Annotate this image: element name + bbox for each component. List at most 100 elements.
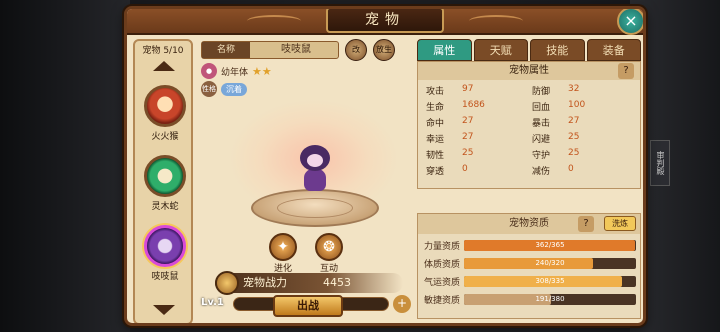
tab-equipment[interactable]: 装备 xyxy=(586,39,641,61)
release-button[interactable]: 放生 xyxy=(373,39,395,61)
attribute-value: 25 xyxy=(568,132,580,142)
aptitude-panel: 宠物资质 ? 洗炼 力量资质 362/365 体质资质 240/320 气运资质 308/… xyxy=(417,213,641,319)
scroll-up-icon[interactable] xyxy=(153,61,175,71)
attribute-name: 幸运 xyxy=(426,135,445,145)
tab-attributes[interactable]: 属性 xyxy=(417,39,472,61)
ornament-left xyxy=(247,15,301,27)
aptitude-row: 气运资质 308/335 xyxy=(424,275,636,288)
pet-list-item[interactable]: 灵木蛇 xyxy=(141,155,189,212)
pet-name: 吱吱鼠 xyxy=(151,272,179,282)
trait-badge: 沉着 xyxy=(221,82,247,96)
attribute-name: 回血 xyxy=(532,103,551,113)
power-bar: 宠物战力 4453 xyxy=(215,271,403,295)
attribute-name: 命中 xyxy=(426,119,445,129)
name-box: 名称 吱吱鼠 xyxy=(201,41,339,59)
trait-row: 性格 沉着 xyxy=(201,81,247,97)
attribute-name: 守护 xyxy=(532,151,551,161)
pet-name: 火火猴 xyxy=(151,132,179,142)
pet-avatar xyxy=(144,225,186,267)
power-icon xyxy=(215,271,239,295)
aptitude-rows: 力量资质 362/365 体质资质 240/320 气运资质 308/335 敏捷资质 191… xyxy=(418,239,640,306)
aptitude-bar: 240/320 xyxy=(464,258,636,269)
window-title: 宠物 xyxy=(326,9,444,33)
attribute-name: 减伤 xyxy=(532,167,551,177)
pet-display: 名称 吱吱鼠 改 放生 ● 幼年体 ★★ 性格 沉着 ✦ 进化 ❂ 互动 宠物战… xyxy=(199,39,417,323)
pet-name: 灵木蛇 xyxy=(151,202,179,212)
interact-button[interactable]: ❂ 互动 xyxy=(309,233,349,274)
fight-button-wrapper: 出战 xyxy=(273,295,343,317)
tab-talent[interactable]: 天赋 xyxy=(473,39,528,61)
aptitude-value: 191/380 xyxy=(535,295,565,303)
aptitude-name: 体质资质 xyxy=(424,260,461,270)
rename-button[interactable]: 改 xyxy=(345,39,367,61)
star-rating: ★★ xyxy=(252,64,272,78)
pet-avatar xyxy=(144,155,186,197)
attribute-value: 27 xyxy=(462,116,474,126)
pet-window: 宠物 × 宠物 5/10 火火猴 灵木蛇 吱吱鼠 名称 吱吱鼠 改 放生 ● 幼… xyxy=(124,6,646,326)
aptitude-name: 力量资质 xyxy=(424,242,461,252)
level-label: Lv.1 xyxy=(201,297,224,308)
evolve-button[interactable]: ✦ 进化 xyxy=(263,233,303,274)
help-icon[interactable]: ? xyxy=(618,63,634,79)
stage-label: 幼年体 xyxy=(221,67,249,78)
wash-button[interactable]: 洗炼 xyxy=(604,216,636,231)
aptitude-bar: 191/380 xyxy=(464,294,636,305)
background-left xyxy=(0,0,130,332)
close-button[interactable]: × xyxy=(617,9,643,35)
tab-bar: 属性 天赋 技能 装备 xyxy=(417,39,641,61)
scroll-down-icon[interactable] xyxy=(153,305,175,315)
aptitude-value: 308/335 xyxy=(535,277,565,285)
attributes-panel: 宠物属性 ? 攻击 97 防御 32 生命 1686 回血 100 命中 27 暴击 27 幸运 27 闪避… xyxy=(417,61,641,189)
aptitude-row: 力量资质 362/365 xyxy=(424,239,636,252)
attributes-title: 宠物属性 xyxy=(509,65,549,76)
attribute-name: 闪避 xyxy=(532,135,551,145)
attribute-value: 0 xyxy=(568,164,574,174)
aptitude-row: 体质资质 240/320 xyxy=(424,257,636,270)
attribute-name: 防御 xyxy=(532,87,551,97)
exp-add-icon[interactable]: + xyxy=(393,295,411,313)
aptitude-name: 气运资质 xyxy=(424,278,461,288)
power-value: 4453 xyxy=(323,276,351,289)
attribute-value: 25 xyxy=(462,148,474,158)
attribute-value: 32 xyxy=(568,84,580,94)
trait-icon: 性格 xyxy=(201,81,217,97)
attribute-name: 韧性 xyxy=(426,151,445,161)
attribute-name: 生命 xyxy=(426,103,445,113)
attribute-value: 100 xyxy=(568,100,586,110)
attribute-name: 穿透 xyxy=(426,167,445,177)
attribute-value: 27 xyxy=(568,116,580,126)
aptitude-bar: 308/335 xyxy=(464,276,636,287)
ornament-right xyxy=(469,15,523,27)
flame-icon: ✦ xyxy=(269,233,297,261)
attribute-name: 暴击 xyxy=(532,119,551,129)
pet-list: 宠物 5/10 火火猴 灵木蛇 吱吱鼠 xyxy=(133,39,193,323)
attribute-value: 97 xyxy=(462,84,474,94)
stage-row: ● 幼年体 ★★ xyxy=(201,63,272,79)
aptitude-row: 敏捷资质 191/380 xyxy=(424,293,636,306)
pet-sprite[interactable] xyxy=(297,145,333,197)
attribute-value: 25 xyxy=(568,148,580,158)
aptitude-bar: 362/365 xyxy=(464,240,636,251)
swirl-icon: ❂ xyxy=(315,233,343,261)
attribute-value: 1686 xyxy=(462,100,485,110)
aptitude-title: 宠物资质 xyxy=(509,218,549,229)
pet-list-item[interactable]: 火火猴 xyxy=(141,85,189,142)
power-label: 宠物战力 xyxy=(243,276,287,289)
tab-skills[interactable]: 技能 xyxy=(530,39,585,61)
aptitude-header: 宠物资质 ? 洗炼 xyxy=(418,214,640,234)
aptitude-name: 敏捷资质 xyxy=(424,296,461,306)
attribute-value: 0 xyxy=(462,164,468,174)
pet-count: 宠物 5/10 xyxy=(142,46,184,56)
aptitude-value: 240/320 xyxy=(535,259,565,267)
aptitude-value: 362/365 xyxy=(535,241,565,249)
name-label: 名称 xyxy=(202,42,250,58)
attributes-grid: 攻击 97 防御 32 生命 1686 回血 100 命中 27 暴击 27 幸运 27 闪避 25 韧性 25 守… xyxy=(418,80,640,177)
help-icon[interactable]: ? xyxy=(578,216,594,232)
pet-list-item-selected[interactable]: 吱吱鼠 xyxy=(141,225,189,282)
side-tab[interactable]: 审判殿 xyxy=(650,140,670,186)
attributes-header: 宠物属性 ? xyxy=(418,62,640,80)
attribute-name: 攻击 xyxy=(426,87,445,97)
fight-button[interactable]: 出战 xyxy=(273,295,343,317)
close-icon: × xyxy=(624,11,638,30)
title-bar: 宠物 × xyxy=(127,9,643,35)
